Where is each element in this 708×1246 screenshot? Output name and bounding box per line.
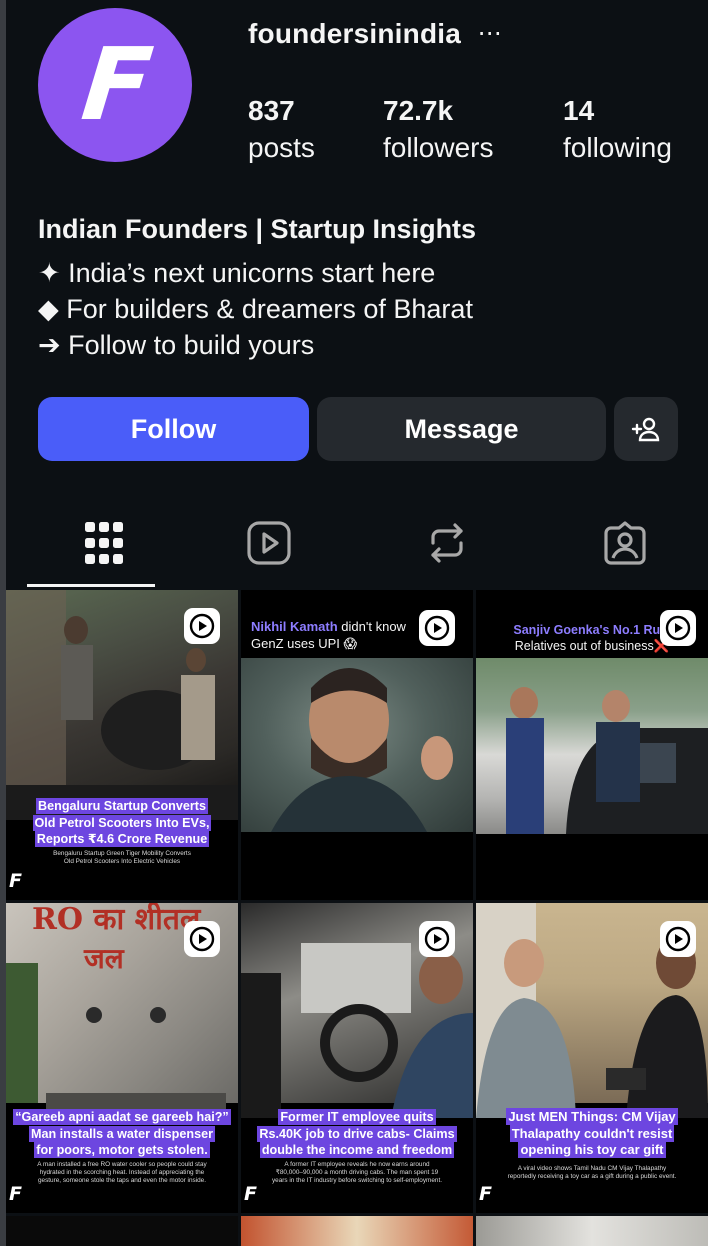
suggest-user-button[interactable] bbox=[614, 397, 678, 461]
follow-button[interactable]: Follow bbox=[38, 397, 309, 461]
reel-indicator bbox=[660, 610, 696, 646]
message-button[interactable]: Message bbox=[317, 397, 606, 461]
play-icon bbox=[189, 613, 215, 639]
tab-tagged[interactable] bbox=[585, 512, 665, 574]
post-tile[interactable]: Sanjiv Goenka's No.1 Rule Relatives out … bbox=[476, 590, 708, 900]
bio-display-name: Indian Founders | Startup Insights bbox=[38, 214, 477, 244]
brand-logo: F bbox=[9, 1183, 22, 1205]
play-icon bbox=[189, 926, 215, 952]
reel-indicator bbox=[184, 608, 220, 644]
reel-indicator bbox=[184, 921, 220, 957]
post-tile[interactable] bbox=[6, 1216, 238, 1246]
brand-logo: F bbox=[479, 1183, 492, 1205]
post-headline: Just MEN Things: CM Vijay Thalapathy cou… bbox=[506, 1108, 678, 1158]
post-subtext: A man installed a free RO water cooler s… bbox=[37, 1161, 207, 1184]
profile-username: foundersinindia bbox=[248, 18, 461, 49]
play-icon bbox=[665, 615, 691, 641]
play-icon bbox=[665, 926, 691, 952]
play-icon bbox=[424, 615, 450, 641]
tagged-icon bbox=[604, 521, 646, 565]
post-tile[interactable] bbox=[476, 1216, 708, 1246]
bio-line: ➔ Follow to build yours bbox=[38, 330, 315, 360]
reels-icon bbox=[247, 521, 291, 565]
bio-line: ◆ For builders & dreamers of Bharat bbox=[38, 294, 473, 324]
post-caption-bg bbox=[241, 832, 473, 900]
post-photo-shapes bbox=[506, 687, 708, 834]
following-label: following bbox=[563, 132, 672, 163]
active-tab-indicator bbox=[27, 584, 155, 587]
repost-icon bbox=[431, 523, 463, 563]
reel-indicator bbox=[419, 610, 455, 646]
profile-avatar[interactable]: F bbox=[38, 8, 192, 162]
post-tile[interactable]: RO का शीतल जल “Gareeb apni aadat se gare… bbox=[6, 903, 238, 1213]
post-subtext: A former IT employee reveals he now earn… bbox=[271, 1161, 443, 1184]
post-photo-shapes bbox=[271, 668, 453, 832]
post-subtext: Bengaluru Startup Green Tiger Mobility C… bbox=[53, 850, 191, 865]
brand-logo: F bbox=[9, 870, 22, 892]
tab-reels[interactable] bbox=[229, 512, 309, 574]
followers-count: 72.7k bbox=[383, 95, 454, 126]
post-subtext: A viral video shows Tamil Nadu CM Vijay … bbox=[507, 1165, 677, 1180]
following-count: 14 bbox=[563, 95, 595, 126]
more-options-icon[interactable]: ⋯ bbox=[474, 20, 506, 52]
play-icon bbox=[424, 926, 450, 952]
post-tile[interactable]: Just MEN Things: CM Vijay Thalapathy cou… bbox=[476, 903, 708, 1213]
brand-logo: F bbox=[244, 1183, 257, 1205]
post-tile[interactable]: Nikhil Kamath didn't know GenZ uses UPI … bbox=[241, 590, 473, 900]
stat-following[interactable]: 14 following bbox=[563, 94, 672, 168]
grid-icon bbox=[85, 522, 123, 564]
tab-reposts[interactable] bbox=[407, 512, 487, 574]
tab-posts[interactable] bbox=[64, 512, 144, 574]
reel-indicator bbox=[419, 921, 455, 957]
post-headline: Bengaluru Startup Converts Old Petrol Sc… bbox=[32, 798, 212, 847]
followers-label: followers bbox=[383, 132, 494, 163]
reel-indicator bbox=[660, 921, 696, 957]
post-headline: “Gareeb apni aadat se gareeb hai?” Man i… bbox=[13, 1109, 231, 1158]
post-tile[interactable]: Former IT employee quits Rs.40K job to d… bbox=[241, 903, 473, 1213]
post-tile[interactable] bbox=[241, 1216, 473, 1246]
stat-posts: 837 posts bbox=[248, 94, 315, 168]
post-tile[interactable]: Bengaluru Startup Converts Old Petrol Sc… bbox=[6, 590, 238, 900]
avatar-logo-letter: F bbox=[76, 26, 154, 143]
posts-count: 837 bbox=[248, 95, 295, 126]
stat-followers[interactable]: 72.7k followers bbox=[383, 94, 493, 168]
post-headline: Former IT employee quits Rs.40K job to d… bbox=[257, 1109, 457, 1158]
bio-line: ✦ India’s next unicorns start here bbox=[38, 258, 436, 288]
posts-label: posts bbox=[248, 132, 315, 163]
person-add-icon bbox=[631, 417, 660, 442]
